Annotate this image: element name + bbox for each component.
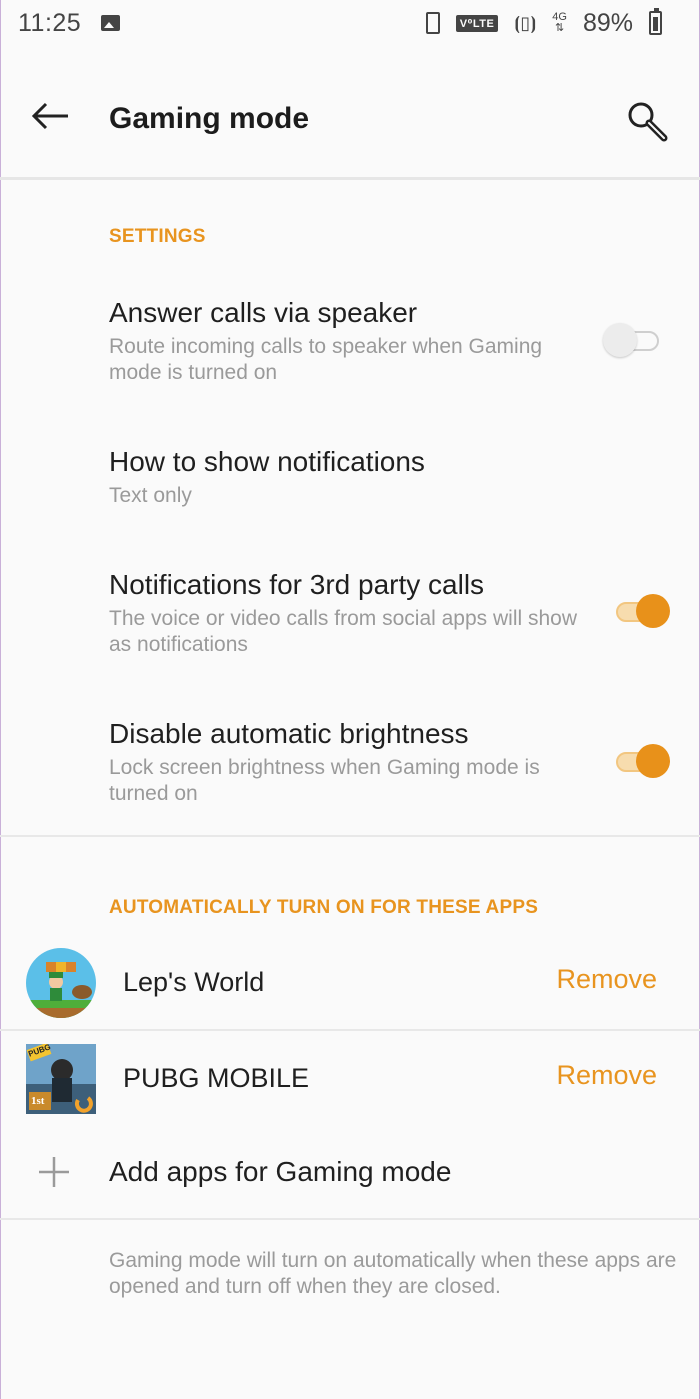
app-bar: Gaming mode bbox=[0, 46, 700, 180]
footer-divider bbox=[0, 1218, 700, 1220]
disable-auto-brightness-switch[interactable] bbox=[612, 742, 672, 782]
pref-third-party-calls[interactable]: Notifications for 3rd party calls The vo… bbox=[0, 555, 700, 675]
leps-world-app-icon bbox=[26, 948, 96, 1018]
add-apps-label: Add apps for Gaming mode bbox=[109, 1156, 452, 1187]
section-header-settings: SETTINGS bbox=[109, 226, 206, 247]
battery-icon bbox=[649, 8, 662, 35]
app-row-leps-world: Lep's World Remove bbox=[0, 937, 700, 1029]
footer-note: Gaming mode will turn on automatically w… bbox=[109, 1249, 677, 1298]
vibrate-icon: ⦗▯⦘ bbox=[514, 12, 537, 33]
gallery-notification-icon bbox=[101, 15, 121, 31]
pref-title: Answer calls via speaker bbox=[109, 297, 418, 328]
pref-show-notifications[interactable]: How to show notifications Text only bbox=[0, 430, 700, 530]
app-name: Lep's World bbox=[123, 967, 265, 997]
pref-title: How to show notifications bbox=[109, 446, 425, 477]
pref-answer-calls-speaker[interactable]: Answer calls via speaker Route incoming … bbox=[0, 285, 700, 405]
pubg-mobile-app-icon: PUBG 1st bbox=[26, 1044, 96, 1114]
switch-thumb bbox=[636, 594, 670, 628]
phone-icon bbox=[425, 12, 440, 34]
back-arrow-icon[interactable] bbox=[30, 101, 70, 131]
add-apps-row[interactable]: Add apps for Gaming mode bbox=[0, 1140, 700, 1215]
app-name: PUBG MOBILE bbox=[123, 1063, 310, 1093]
network-4g-icon: 4G ⇅ bbox=[552, 11, 567, 34]
third-party-calls-switch[interactable] bbox=[612, 592, 672, 632]
pref-summary: Route incoming calls to speaker when Gam… bbox=[109, 335, 543, 384]
section-divider bbox=[0, 835, 700, 837]
switch-thumb bbox=[636, 744, 670, 778]
pref-title: Notifications for 3rd party calls bbox=[109, 569, 485, 600]
answer-calls-speaker-switch[interactable] bbox=[603, 321, 663, 361]
pref-summary: Text only bbox=[109, 484, 192, 507]
volte-badge: V⁰LTE bbox=[455, 14, 499, 32]
pref-summary: The voice or video calls from social app… bbox=[109, 607, 578, 656]
switch-thumb bbox=[603, 323, 637, 357]
pubg-rank-text: 1st bbox=[31, 1095, 45, 1107]
section-header-auto-apps: AUTOMATICALLY TURN ON FOR THESE APPS bbox=[109, 897, 539, 918]
remove-leps-world-button[interactable]: Remove bbox=[556, 964, 657, 995]
battery-percent: 89% bbox=[582, 8, 633, 37]
app-row-divider bbox=[0, 1029, 700, 1031]
remove-pubg-mobile-button[interactable]: Remove bbox=[556, 1060, 657, 1091]
status-time: 11:25 bbox=[18, 8, 82, 37]
pref-summary: Lock screen brightness when Gaming mode … bbox=[109, 756, 540, 805]
status-bar: 11:25 V⁰LTE ⦗▯⦘ 4G ⇅ 89% bbox=[0, 0, 700, 46]
pref-disable-auto-brightness[interactable]: Disable automatic brightness Lock screen… bbox=[0, 705, 700, 825]
app-row-pubg-mobile: PUBG 1st PUBG MOBILE Remove bbox=[0, 1033, 700, 1125]
page-title: Gaming mode bbox=[109, 102, 310, 135]
search-icon[interactable] bbox=[626, 100, 670, 144]
plus-icon bbox=[37, 1155, 71, 1189]
pref-title: Disable automatic brightness bbox=[109, 718, 469, 749]
